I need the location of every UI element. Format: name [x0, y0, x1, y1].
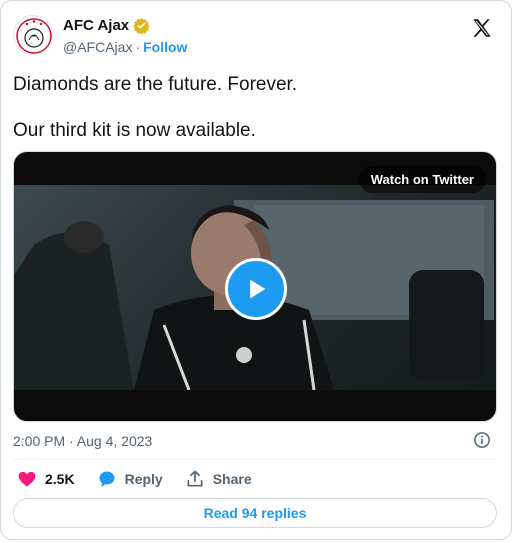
share-upload-icon	[187, 470, 203, 487]
play-icon	[250, 279, 266, 299]
heart-icon	[18, 471, 36, 487]
tweet-embed-card: AFC Ajax @AFCAjax · Follow Diamonds are …	[0, 0, 512, 540]
reply-label: Reply	[124, 471, 163, 487]
tweet-actions: 2.5K Reply Share	[17, 469, 274, 489]
avatar[interactable]	[13, 15, 53, 55]
like-count: 2.5K	[45, 471, 75, 487]
author-handle-row: @AFCAjax · Follow	[63, 39, 187, 55]
read-replies-button[interactable]: Read 94 replies	[13, 498, 497, 528]
video-player[interactable]: Watch on Twitter	[13, 151, 497, 422]
like-button[interactable]: 2.5K	[17, 469, 75, 489]
author-name-row: AFC Ajax	[63, 17, 150, 34]
share-button[interactable]: Share	[185, 469, 252, 489]
separator-dot: ·	[135, 39, 141, 55]
divider	[13, 459, 497, 460]
x-logo-icon[interactable]	[471, 17, 493, 39]
tweet-text-line-2: Our third kit is now available.	[13, 120, 256, 141]
play-button[interactable]	[225, 258, 287, 320]
tweet-text-line-1: Diamonds are the future. Forever.	[13, 74, 298, 95]
share-label: Share	[212, 471, 252, 487]
follow-link[interactable]: Follow	[143, 39, 187, 55]
author-handle[interactable]: @AFCAjax	[63, 39, 132, 55]
verified-badge-icon	[133, 18, 150, 34]
author-name[interactable]: AFC Ajax	[63, 17, 129, 34]
info-icon[interactable]	[473, 431, 491, 449]
reply-bubble-icon	[99, 471, 115, 487]
tweet-timestamp[interactable]: 2:00 PM · Aug 4, 2023	[13, 433, 152, 449]
watch-on-twitter-button[interactable]: Watch on Twitter	[358, 166, 486, 193]
reply-button[interactable]: Reply	[97, 469, 163, 489]
ajax-logo-icon	[16, 18, 52, 54]
